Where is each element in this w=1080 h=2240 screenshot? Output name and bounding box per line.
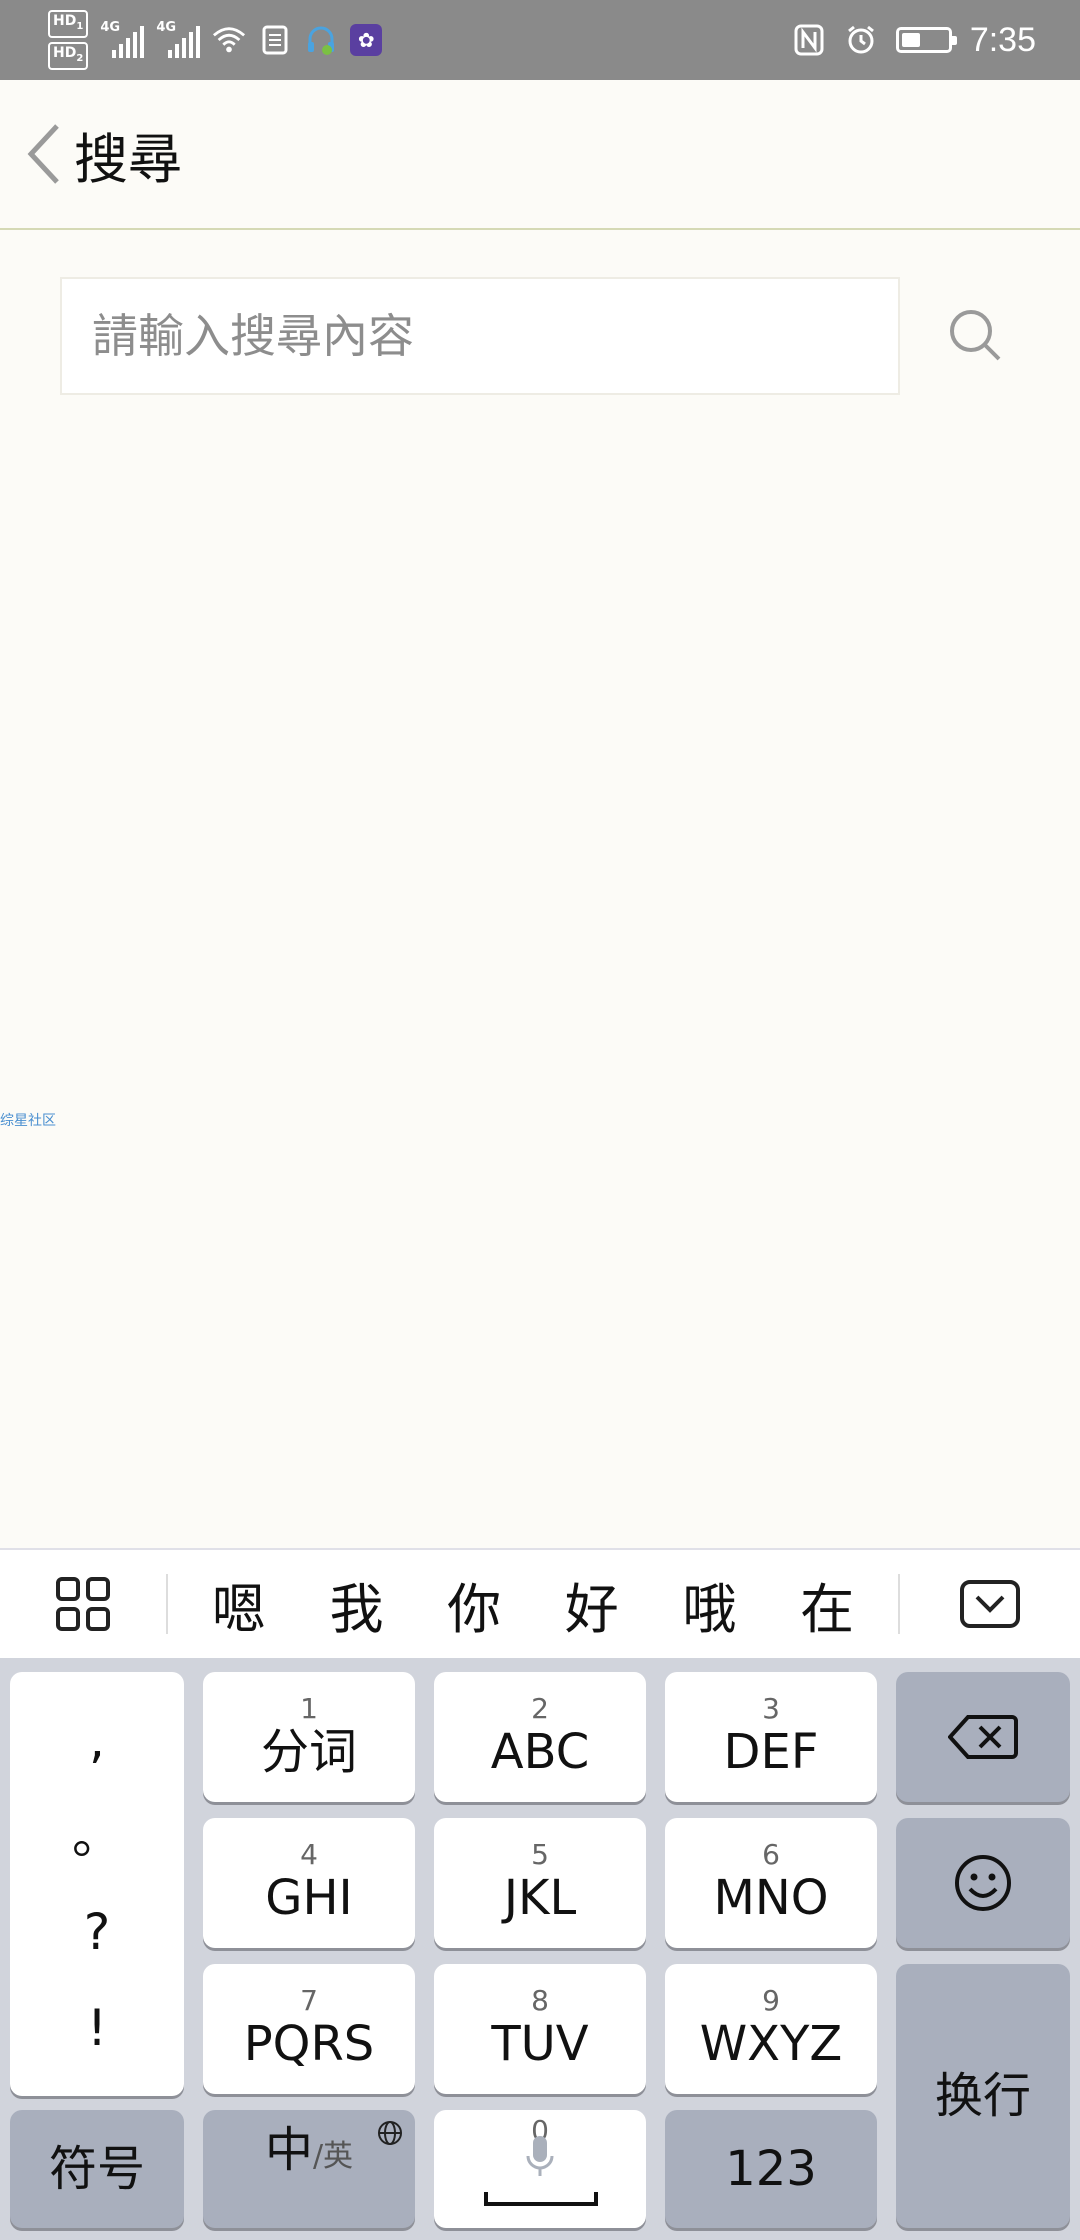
emoji-key[interactable] (896, 1818, 1070, 1948)
hd1-label: HD (53, 13, 77, 30)
search-box[interactable] (60, 277, 900, 395)
hd2-badge: HD2 (48, 42, 89, 70)
alarm-icon (844, 23, 878, 57)
key-label: WXYZ (699, 2016, 843, 2072)
collapse-keyboard-button[interactable] (900, 1579, 1080, 1629)
battery-icon (895, 27, 957, 53)
nfc-icon (792, 23, 826, 57)
key-number: 3 (762, 1692, 780, 1725)
language-toggle-key[interactable]: 中 /英 (203, 2110, 415, 2228)
backspace-icon (948, 1715, 1018, 1759)
lang-main-label: 中 (264, 2122, 313, 2178)
punct-question[interactable]: ? (84, 1902, 111, 1962)
punctuation-key-column[interactable]: , 。 ? ! (10, 1672, 184, 2096)
signal-1-icon: 4G (100, 20, 145, 60)
candidate-word[interactable]: 嗯 (212, 1565, 266, 1644)
key-label: 分词 (260, 1724, 357, 1780)
key-number: 9 (762, 1984, 780, 2017)
hd2-sub: 2 (76, 52, 84, 64)
candidate-word[interactable]: 我 (329, 1565, 383, 1644)
key-2[interactable]: 2 ABC (434, 1672, 646, 1802)
hd1-sub: 1 (76, 21, 84, 32)
headset-icon (304, 23, 338, 57)
key-4[interactable]: 4 GHI (203, 1818, 415, 1948)
chevron-down-box-icon (960, 1580, 1020, 1628)
key-3[interactable]: 3 DEF (665, 1672, 877, 1802)
key-8[interactable]: 8 TUV (434, 1964, 646, 2094)
search-icon (950, 310, 1001, 361)
enter-label: 换行 (934, 2068, 1031, 2124)
key-label: DEF (723, 1724, 819, 1780)
signal-2-icon: 4G (156, 20, 201, 60)
candidate-word[interactable]: 你 (447, 1565, 501, 1644)
key-6[interactable]: 6 MNO (665, 1818, 877, 1948)
watermark: 综星社区 (0, 1113, 56, 1129)
globe-icon (378, 2121, 402, 2145)
key-number: 2 (531, 1692, 549, 1725)
chevron-left-icon (27, 124, 59, 184)
search-input[interactable] (92, 309, 898, 363)
key-number: 1 (300, 1692, 318, 1725)
hd-indicators: HD1 HD2 (48, 10, 89, 70)
key-label: ABC (490, 1724, 590, 1780)
key-label: MNO (713, 1870, 829, 1926)
key-number: 8 (531, 1984, 549, 2017)
key-number: 5 (531, 1838, 549, 1871)
punct-period[interactable]: 。 (72, 1806, 122, 1866)
key-1[interactable]: 1 分词 (203, 1672, 415, 1802)
candidate-list: 嗯 我 你 好 哦 在 (168, 1574, 900, 1641)
app-notification-icon: ✿ (350, 24, 383, 56)
key-label: TUV (491, 2016, 589, 2072)
backspace-key[interactable] (896, 1672, 1070, 1802)
grid-icon (56, 1577, 110, 1631)
status-left: HD1 HD2 4G 4G ✿ (48, 10, 383, 70)
microphone-icon (526, 2136, 554, 2176)
keyboard: , 。 ? ! 1 分词 2 ABC 3 DEF 4 GHI 5 JKL 6 M… (0, 1658, 1080, 2240)
symbols-label: 符号 (48, 2141, 145, 2197)
key-label: PQRS (243, 2016, 375, 2072)
key-number: 4 (300, 1838, 318, 1871)
page-title: 搜尋 (74, 127, 182, 191)
punct-exclaim[interactable]: ! (87, 1998, 107, 2058)
key-number: 6 (762, 1838, 780, 1871)
key-9[interactable]: 9 WXYZ (665, 1964, 877, 2094)
space-bar-glyph (484, 2192, 598, 2206)
search-button[interactable] (940, 300, 1010, 370)
document-icon (258, 23, 292, 57)
candidate-word[interactable]: 在 (800, 1565, 854, 1644)
hd1-badge: HD1 (48, 10, 89, 38)
key-label: JKL (503, 1870, 577, 1926)
space-key[interactable]: 0 (434, 2110, 646, 2228)
app-header: 搜尋 (0, 80, 1080, 230)
enter-key[interactable]: 换行 (896, 1964, 1070, 2228)
status-right: 7:35 (792, 21, 1036, 60)
keyboard-menu-button[interactable] (0, 1574, 168, 1634)
punct-comma[interactable]: , (89, 1710, 105, 1770)
lang-sub-label: /英 (312, 2139, 354, 2174)
back-button[interactable] (12, 114, 74, 194)
wifi-icon (212, 23, 246, 57)
key-label: GHI (265, 1870, 353, 1926)
status-time: 7:35 (969, 20, 1036, 59)
numbers-label: 123 (725, 2141, 817, 2197)
key-7[interactable]: 7 PQRS (203, 1964, 415, 2094)
candidate-word[interactable]: 哦 (682, 1565, 736, 1644)
symbols-key[interactable]: 符号 (10, 2110, 184, 2228)
candidate-word[interactable]: 好 (565, 1565, 619, 1644)
candidate-bar: 嗯 我 你 好 哦 在 (0, 1548, 1080, 1658)
key-5[interactable]: 5 JKL (434, 1818, 646, 1948)
numbers-key[interactable]: 123 (665, 2110, 877, 2228)
status-bar: HD1 HD2 4G 4G ✿ 7:35 (0, 0, 1080, 80)
smiley-icon (955, 1855, 1011, 1911)
hd2-label: HD (53, 45, 77, 61)
key-number: 7 (300, 1984, 318, 2017)
